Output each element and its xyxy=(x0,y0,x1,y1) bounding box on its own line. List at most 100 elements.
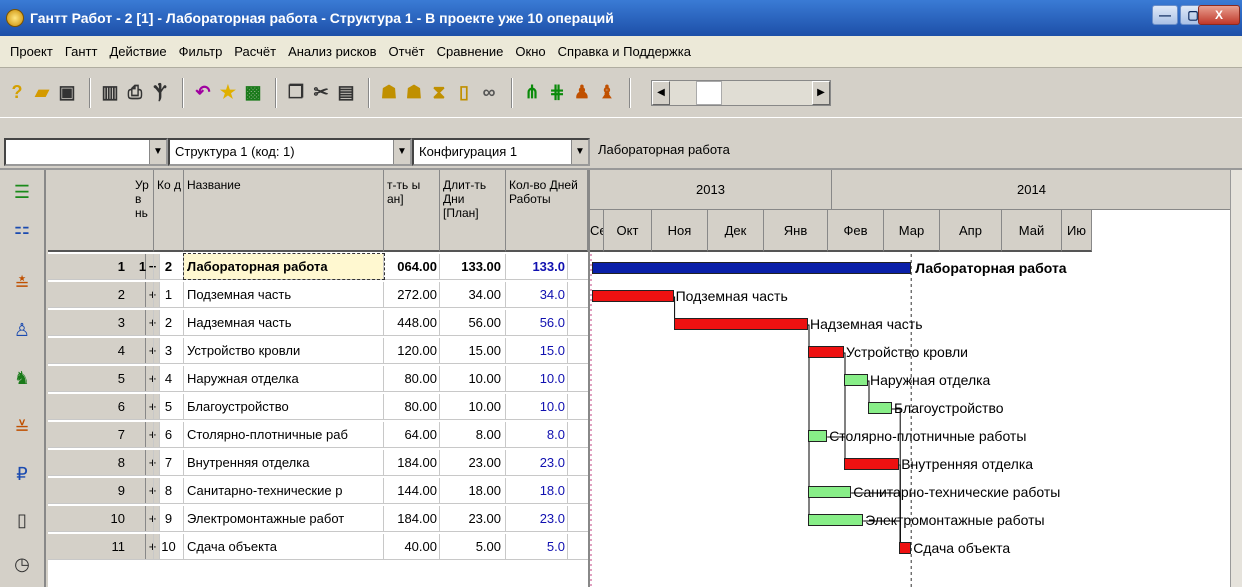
open-folder-icon[interactable]: ▰ xyxy=(31,81,53,105)
tools-icon[interactable]: Ⲯ xyxy=(149,81,171,105)
cost-cell: 120.00 xyxy=(384,338,440,363)
network-view-icon[interactable]: ⚏ xyxy=(5,210,39,246)
scroll-left-icon[interactable]: ◀ xyxy=(652,80,670,105)
level-cell xyxy=(132,338,154,363)
copy-icon[interactable]: ❐ xyxy=(285,81,307,105)
table-row[interactable]: 11 +10 Сдача объекта 40.00 5.00 5.0 xyxy=(48,534,588,560)
structure-combo[interactable]: Структура 1 (код: 1) ▼ xyxy=(168,138,412,166)
task-bar[interactable] xyxy=(808,430,828,442)
cost-cell: 80.00 xyxy=(384,394,440,419)
vertical-scrollbar[interactable] xyxy=(1230,170,1242,587)
menu-action[interactable]: Действие xyxy=(103,44,172,59)
money-icon[interactable]: ♝ xyxy=(596,81,618,105)
calendar-icon[interactable]: ▯ xyxy=(453,81,475,105)
task-bar[interactable] xyxy=(673,318,808,330)
duration-cell: 34.00 xyxy=(440,282,506,307)
excel-icon[interactable]: ▩ xyxy=(242,81,264,105)
resource-icon-1[interactable]: ☗ xyxy=(378,81,400,105)
header-code[interactable]: Ко д xyxy=(154,170,184,252)
chevron-down-icon[interactable]: ▼ xyxy=(393,140,410,164)
undo-icon[interactable]: ↶ xyxy=(192,81,214,105)
scroll-thumb[interactable] xyxy=(696,80,722,105)
table-row[interactable]: 8 +7 Внутренняя отделка 184.00 23.00 23.0 xyxy=(48,450,588,476)
add-task-icon[interactable]: ≛ xyxy=(5,266,39,302)
menu-help[interactable]: Справка и Поддержка xyxy=(552,44,697,59)
header-name[interactable]: Название xyxy=(184,170,384,252)
table-row[interactable]: 2 +1 Подземная часть 272.00 34.00 34.0 xyxy=(48,282,588,308)
menu-gantt[interactable]: Гантт xyxy=(59,44,104,59)
currency-icon[interactable]: ₽ xyxy=(5,456,39,492)
hourglass-icon[interactable]: ⧗ xyxy=(428,81,450,105)
table-row[interactable]: 6 +5 Благоустройство 80.00 10.00 10.0 xyxy=(48,394,588,420)
cost-cell: 064.00 xyxy=(384,254,440,279)
menu-compare[interactable]: Сравнение xyxy=(431,44,510,59)
chevron-down-icon[interactable]: ▼ xyxy=(571,140,588,164)
minimize-button[interactable]: — xyxy=(1152,5,1178,25)
print-icon[interactable]: ⎙ xyxy=(124,81,146,105)
menu-risk[interactable]: Анализ рисков xyxy=(282,44,382,59)
close-button[interactable]: X xyxy=(1198,5,1240,25)
code-cell: 3 xyxy=(154,338,184,363)
table-icon[interactable]: ▥ xyxy=(99,81,121,105)
first-combo[interactable]: ▼ xyxy=(4,138,168,166)
table-row[interactable]: 5 +4 Наружная отделка 80.00 10.00 10.0 xyxy=(48,366,588,392)
task-bar[interactable] xyxy=(808,486,852,498)
task-bar-label: Подземная часть xyxy=(675,288,788,304)
gantt-view-icon[interactable]: ☰ xyxy=(5,174,39,210)
level-cell xyxy=(132,310,154,335)
task-bar[interactable] xyxy=(808,514,864,526)
link-icon[interactable]: ∞ xyxy=(478,81,500,105)
resources-icon[interactable]: ♙ xyxy=(5,312,39,348)
task-bar[interactable] xyxy=(844,458,900,470)
name-cell: Лабораторная работа xyxy=(183,253,385,280)
assign-resource-icon[interactable]: ♞ xyxy=(5,360,39,396)
task-bar[interactable] xyxy=(844,374,868,386)
menu-filter[interactable]: Фильтр xyxy=(173,44,229,59)
scroll-right-icon[interactable]: ▶ xyxy=(812,80,830,105)
header-days[interactable]: Кол-во Дней Работы xyxy=(506,170,588,252)
table-row[interactable]: 10 +9 Электромонтажные работ 184.00 23.00 23.… xyxy=(48,506,588,532)
menu-project[interactable]: Проект xyxy=(4,44,59,59)
task-bar-label: Внутренняя отделка xyxy=(901,456,1034,472)
menu-bar: Проект Гантт Действие Фильтр Расчёт Анал… xyxy=(0,36,1242,68)
toolbar-scrollbar[interactable]: ◀ ▶ xyxy=(651,79,831,106)
help-icon[interactable]: ? xyxy=(6,81,28,105)
network-icon[interactable]: ⋔ xyxy=(521,81,543,105)
menu-report[interactable]: Отчёт xyxy=(383,44,431,59)
table-row[interactable]: 9 +8 Санитарно-технические р 144.00 18.00 18.… xyxy=(48,478,588,504)
menu-window[interactable]: Окно xyxy=(509,44,551,59)
cut-icon[interactable]: ✂ xyxy=(310,81,332,105)
title-bar: Гантт Работ - 2 [1] - Лабораторная работ… xyxy=(0,0,1242,36)
cost-structure-icon[interactable]: ≚ xyxy=(5,410,39,446)
task-bar[interactable] xyxy=(868,402,892,414)
table-row[interactable]: 4 +3 Устройство кровли 120.00 15.00 15.0 xyxy=(48,338,588,364)
header-cost[interactable]: т-ть ы ан] xyxy=(384,170,440,252)
cost-cell: 144.00 xyxy=(384,478,440,503)
toolbar: ? ▰ ▣ ▥ ⎙ Ⲯ ↶ ★ ▩ ❐ ✂ ▤ ☗ ☗ ⧗ ▯ ∞ ⋔ ⋕ ♟ … xyxy=(0,68,1242,118)
star-icon[interactable]: ★ xyxy=(217,81,239,105)
save-icon[interactable]: ▣ xyxy=(56,81,78,105)
calendar-page-icon[interactable]: ▯ xyxy=(5,502,39,538)
duration-cell: 5.00 xyxy=(440,534,506,559)
task-bar[interactable] xyxy=(592,290,674,302)
paste-icon[interactable]: ▤ xyxy=(335,81,357,105)
table-row[interactable]: 7 +6 Столярно-плотничные раб 64.00 8.00 8.0 xyxy=(48,422,588,448)
configuration-combo[interactable]: Конфигурация 1 ▼ xyxy=(412,138,590,166)
days-cell: 18.0 xyxy=(506,478,568,503)
code-cell: 2 xyxy=(154,254,184,279)
chevron-down-icon[interactable]: ▼ xyxy=(149,140,166,164)
hierarchy-icon[interactable]: ⋕ xyxy=(546,81,568,105)
resource-icon-2[interactable]: ☗ xyxy=(403,81,425,105)
table-row[interactable]: 1−1 2 Лабораторная работа 064.00 133.00 133.0 xyxy=(48,253,588,280)
table-row[interactable]: 3 +2 Надземная часть 448.00 56.00 56.0 xyxy=(48,310,588,336)
menu-calc[interactable]: Расчёт xyxy=(228,44,282,59)
task-bar[interactable] xyxy=(808,346,844,358)
header-level[interactable]: Ур в нь xyxy=(132,170,154,252)
header-duration[interactable]: Длит-ть Дни [План] xyxy=(440,170,506,252)
summary-bar[interactable] xyxy=(592,262,912,274)
calendar-clock-icon[interactable]: ◷ xyxy=(5,546,39,582)
level-cell xyxy=(132,506,154,531)
duration-cell: 56.00 xyxy=(440,310,506,335)
task-bar[interactable] xyxy=(899,542,912,554)
add-resource-icon[interactable]: ♟ xyxy=(571,81,593,105)
